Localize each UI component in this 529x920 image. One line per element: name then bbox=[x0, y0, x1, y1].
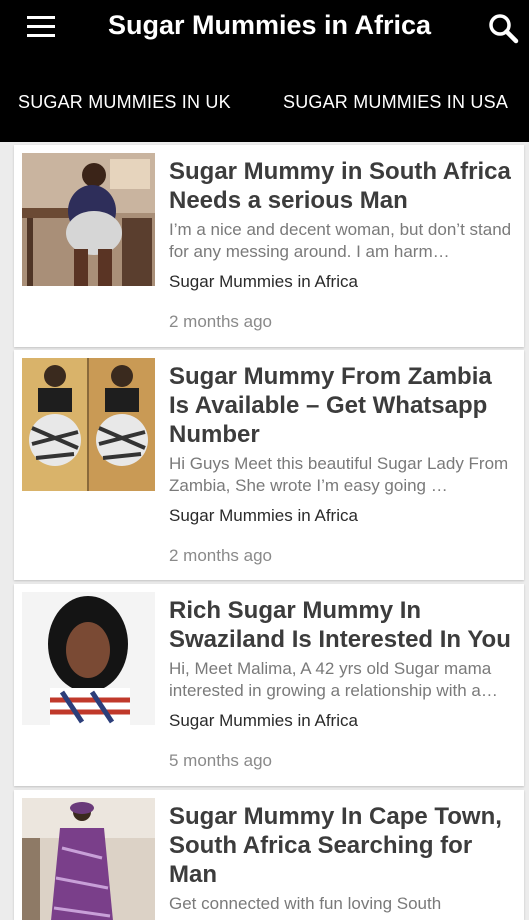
post-excerpt: Hi Guys Meet this beautiful Sugar Lady F… bbox=[169, 454, 509, 495]
tab-sugar-mummies-uk[interactable]: SUGAR MUMMIES IN UK bbox=[18, 92, 231, 113]
post-card[interactable]: Sugar Mummy From Zambia Is Available – G… bbox=[14, 350, 524, 580]
post-category[interactable]: Sugar Mummies in Africa bbox=[169, 271, 516, 293]
post-thumbnail bbox=[22, 798, 155, 920]
post-excerpt: I’m a nice and decent woman, but don’t s… bbox=[169, 220, 512, 261]
hamburger-menu-icon[interactable] bbox=[24, 14, 58, 42]
post-thumbnail bbox=[22, 153, 155, 286]
post-title[interactable]: Sugar Mummy From Zambia Is Available – G… bbox=[169, 362, 516, 449]
tab-sugar-mummies-usa[interactable]: SUGAR MUMMIES IN USA bbox=[283, 92, 508, 113]
post-title[interactable]: Sugar Mummy in South Africa Needs a seri… bbox=[169, 157, 516, 215]
post-title[interactable]: Rich Sugar Mummy In Swaziland Is Interes… bbox=[169, 596, 516, 654]
post-timestamp: 2 months ago bbox=[169, 312, 273, 331]
post-card[interactable]: Sugar Mummy In Cape Town, South Africa S… bbox=[14, 790, 524, 920]
post-title[interactable]: Sugar Mummy In Cape Town, South Africa S… bbox=[169, 802, 516, 889]
post-card[interactable]: Sugar Mummy in South Africa Needs a seri… bbox=[14, 145, 524, 347]
post-thumbnail bbox=[22, 358, 155, 491]
post-timestamp: 2 months ago bbox=[169, 546, 273, 565]
post-category[interactable]: Sugar Mummies in Africa bbox=[169, 505, 516, 527]
post-excerpt: Get connected with fun loving South bbox=[169, 894, 442, 913]
post-timestamp: 5 months ago bbox=[169, 751, 273, 770]
category-tab-bar: SUGAR MUMMIES IN UK SUGAR MUMMIES IN USA bbox=[0, 56, 529, 142]
app-bar: Sugar Mummies in Africa bbox=[0, 0, 529, 56]
search-icon[interactable] bbox=[487, 12, 519, 44]
post-card[interactable]: Rich Sugar Mummy In Swaziland Is Interes… bbox=[14, 584, 524, 786]
app-title: Sugar Mummies in Africa bbox=[108, 10, 432, 40]
post-thumbnail bbox=[22, 592, 155, 725]
post-category[interactable]: Sugar Mummies in Africa bbox=[169, 710, 516, 732]
post-excerpt: Hi, Meet Malima, A 42 yrs old Sugar mama… bbox=[169, 659, 498, 700]
